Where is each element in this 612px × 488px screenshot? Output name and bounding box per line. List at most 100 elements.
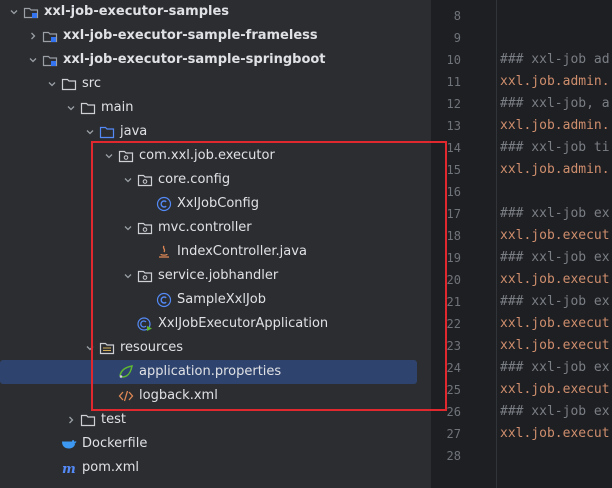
tree-item-core-config[interactable]: core.config bbox=[0, 168, 430, 192]
folder-icon bbox=[61, 76, 77, 92]
chevron-down-icon[interactable] bbox=[84, 126, 96, 138]
tree-item-service-jobhandler[interactable]: service.jobhandler bbox=[0, 264, 430, 288]
code-comment-line: ### xxl-job ex bbox=[500, 250, 610, 265]
chevron-right-icon[interactable] bbox=[65, 414, 77, 426]
resources-folder-icon bbox=[99, 340, 115, 356]
tree-item-main[interactable]: main bbox=[0, 96, 430, 120]
tree-item-indexcontroller-java[interactable]: IndexController.java bbox=[0, 240, 430, 264]
code-editor[interactable]: ### xxl-job ad xxl.job.admin. ### xxl-job,… bbox=[496, 0, 612, 488]
chevron-down-icon[interactable] bbox=[8, 6, 20, 18]
chevron-down-icon[interactable] bbox=[65, 102, 77, 114]
tree-item-src[interactable]: src bbox=[0, 72, 430, 96]
tree-item-xxl-job-executor-samples[interactable]: xxl-job-executor-samples bbox=[0, 0, 430, 24]
module-folder-icon bbox=[42, 52, 58, 68]
package-icon bbox=[137, 172, 153, 188]
code-line: xxl.job.execut bbox=[500, 272, 610, 287]
tree-item-label: core.config bbox=[158, 172, 231, 187]
tree-item-label: resources bbox=[120, 340, 184, 355]
line-number: 10 bbox=[446, 53, 461, 67]
code-line: xxl.job.execut bbox=[500, 338, 610, 353]
spring-properties-icon bbox=[118, 364, 134, 380]
tree-item-label: Dockerfile bbox=[82, 436, 148, 451]
line-number: 20 bbox=[446, 273, 461, 287]
tree-item-label: IndexController.java bbox=[177, 244, 307, 259]
tree-item-label: xxl-job-executor-sample-frameless bbox=[63, 28, 318, 43]
package-icon bbox=[118, 148, 134, 164]
tree-item-logback-xml[interactable]: logback.xml bbox=[0, 384, 430, 408]
chevron-down-icon[interactable] bbox=[46, 78, 58, 90]
tree-item-label: test bbox=[101, 412, 126, 427]
tree-item-label: application.properties bbox=[139, 364, 282, 379]
tree-item-label: main bbox=[101, 100, 134, 115]
tree-item-samplexxljob[interactable]: SampleXxlJob bbox=[0, 288, 430, 312]
chevron-down-icon[interactable] bbox=[122, 222, 134, 234]
tree-item-xxl-job-executor-sample-frameless[interactable]: xxl-job-executor-sample-frameless bbox=[0, 24, 430, 48]
tree-item-label: logback.xml bbox=[139, 388, 218, 403]
line-number: 21 bbox=[446, 295, 461, 309]
tree-item-resources[interactable]: resources bbox=[0, 336, 430, 360]
package-icon bbox=[137, 268, 153, 284]
tree-item-label: service.jobhandler bbox=[158, 268, 279, 283]
tree-item-label: pom.xml bbox=[82, 460, 139, 475]
springboot-app-icon bbox=[137, 316, 153, 332]
line-number: 9 bbox=[453, 31, 461, 45]
line-number: 24 bbox=[446, 361, 461, 375]
chevron-down-icon[interactable] bbox=[122, 270, 134, 282]
tree-item-label: XxlJobConfig bbox=[177, 196, 259, 211]
line-number: 27 bbox=[446, 427, 461, 441]
tree-item-xxl-job-executor-sample-springboot[interactable]: xxl-job-executor-sample-springboot bbox=[0, 48, 430, 72]
tree-item-label: xxl-job-executor-sample-springboot bbox=[63, 52, 326, 67]
project-tree-panel[interactable]: xxl-job-executor-samples xxl-job-executor… bbox=[0, 0, 430, 488]
line-number: 19 bbox=[446, 251, 461, 265]
java-file-icon bbox=[156, 244, 172, 260]
tree-item-com-xxl-job-executor[interactable]: com.xxl.job.executor bbox=[0, 144, 430, 168]
line-number: 28 bbox=[446, 449, 461, 463]
tree-item-label: SampleXxlJob bbox=[177, 292, 266, 307]
code-line: xxl.job.execut bbox=[500, 426, 610, 441]
line-number: 17 bbox=[446, 207, 461, 221]
code-line: xxl.job.admin. bbox=[500, 162, 610, 177]
chevron-down-icon[interactable] bbox=[122, 174, 134, 186]
chevron-down-icon[interactable] bbox=[103, 150, 115, 162]
code-comment-line: ### xxl-job, a bbox=[500, 96, 610, 111]
tree-item-label: xxl-job-executor-samples bbox=[44, 4, 230, 19]
tree-item-xxljobexecutorapplication[interactable]: XxlJobExecutorApplication bbox=[0, 312, 430, 336]
tree-item-xxljobconfig[interactable]: XxlJobConfig bbox=[0, 192, 430, 216]
tree-item-application-properties[interactable]: application.properties bbox=[0, 360, 417, 384]
svg-text:m: m bbox=[62, 462, 76, 476]
chevron-down-icon[interactable] bbox=[84, 342, 96, 354]
tree-item-mvc-controller[interactable]: mvc.controller bbox=[0, 216, 430, 240]
code-line: xxl.job.admin. bbox=[500, 74, 610, 89]
class-icon bbox=[156, 292, 172, 308]
tree-item-test[interactable]: test bbox=[0, 408, 430, 432]
module-folder-icon bbox=[23, 4, 39, 20]
class-icon bbox=[156, 196, 172, 212]
line-number: 12 bbox=[446, 97, 461, 111]
code-comment-line: ### xxl-job ex bbox=[500, 404, 610, 419]
code-comment-line: ### xxl-job ad bbox=[500, 52, 610, 67]
tree-item-java[interactable]: java bbox=[0, 120, 430, 144]
chevron-down-icon[interactable] bbox=[27, 54, 39, 66]
line-number: 16 bbox=[446, 185, 461, 199]
line-number: 15 bbox=[446, 163, 461, 177]
code-line: xxl.job.admin. bbox=[500, 118, 610, 133]
tree-item-label: src bbox=[82, 76, 101, 91]
chevron-right-icon[interactable] bbox=[27, 30, 39, 42]
code-line: xxl.job.execut bbox=[500, 382, 610, 397]
line-number: 13 bbox=[446, 119, 461, 133]
module-folder-icon bbox=[42, 28, 58, 44]
tree-item-label: com.xxl.job.executor bbox=[139, 148, 275, 163]
package-icon bbox=[137, 220, 153, 236]
source-folder-icon bbox=[99, 124, 115, 140]
code-comment-line: ### xxl-job ti bbox=[500, 140, 610, 155]
code-comment-line: ### xxl-job ex bbox=[500, 360, 610, 375]
editor-gutter: 8 9 10 11 12 13 14 15 16 17 18 19 20 21 22 23 24 25 26 27 28 bbox=[430, 0, 497, 488]
line-number: 8 bbox=[453, 9, 461, 23]
tree-item-label: XxlJobExecutorApplication bbox=[158, 316, 329, 331]
code-line: xxl.job.execut bbox=[500, 228, 610, 243]
folder-icon bbox=[80, 412, 96, 428]
line-number: 23 bbox=[446, 339, 461, 353]
tree-item-pom-xml[interactable]: m pom.xml bbox=[0, 456, 430, 480]
code-line: xxl.job.execut bbox=[500, 316, 610, 331]
tree-item-dockerfile[interactable]: Dockerfile bbox=[0, 432, 430, 456]
